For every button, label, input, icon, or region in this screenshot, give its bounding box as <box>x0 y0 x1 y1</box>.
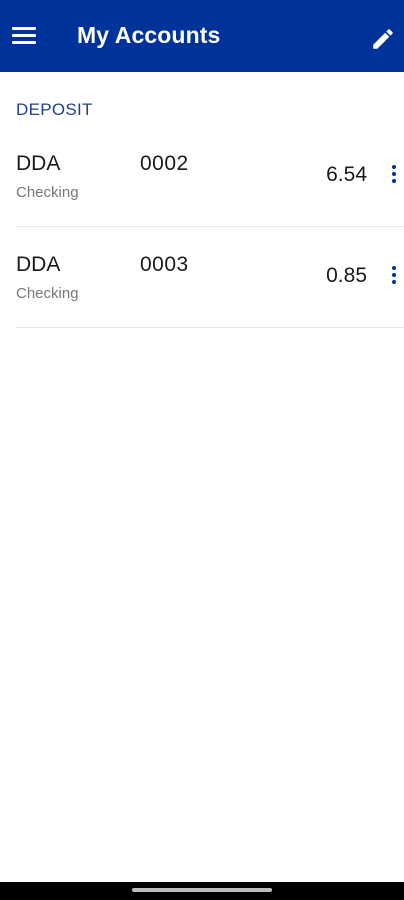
edit-icon[interactable] <box>370 26 396 52</box>
account-balance: 0.85 <box>326 264 367 287</box>
home-gesture-handle[interactable] <box>132 888 272 892</box>
more-options-icon[interactable] <box>387 164 401 186</box>
account-balance: 6.54 <box>326 163 367 186</box>
account-number: 0003 <box>140 253 189 276</box>
account-number: 0002 <box>140 152 189 175</box>
page-title: My Accounts <box>77 22 221 48</box>
app-bar: My Accounts <box>0 0 404 72</box>
account-row[interactable]: DDA Checking 0003 0.85 <box>16 227 404 328</box>
more-options-icon[interactable] <box>387 265 401 287</box>
section-header-deposit: DEPOSIT <box>16 100 93 119</box>
account-name: DDA <box>16 253 61 276</box>
account-name: DDA <box>16 152 61 175</box>
system-navigation-bar <box>0 882 404 900</box>
account-row[interactable]: DDA Checking 0002 6.54 <box>16 126 404 227</box>
account-type: Checking <box>16 285 79 302</box>
menu-icon[interactable] <box>12 24 38 46</box>
account-type: Checking <box>16 184 79 201</box>
